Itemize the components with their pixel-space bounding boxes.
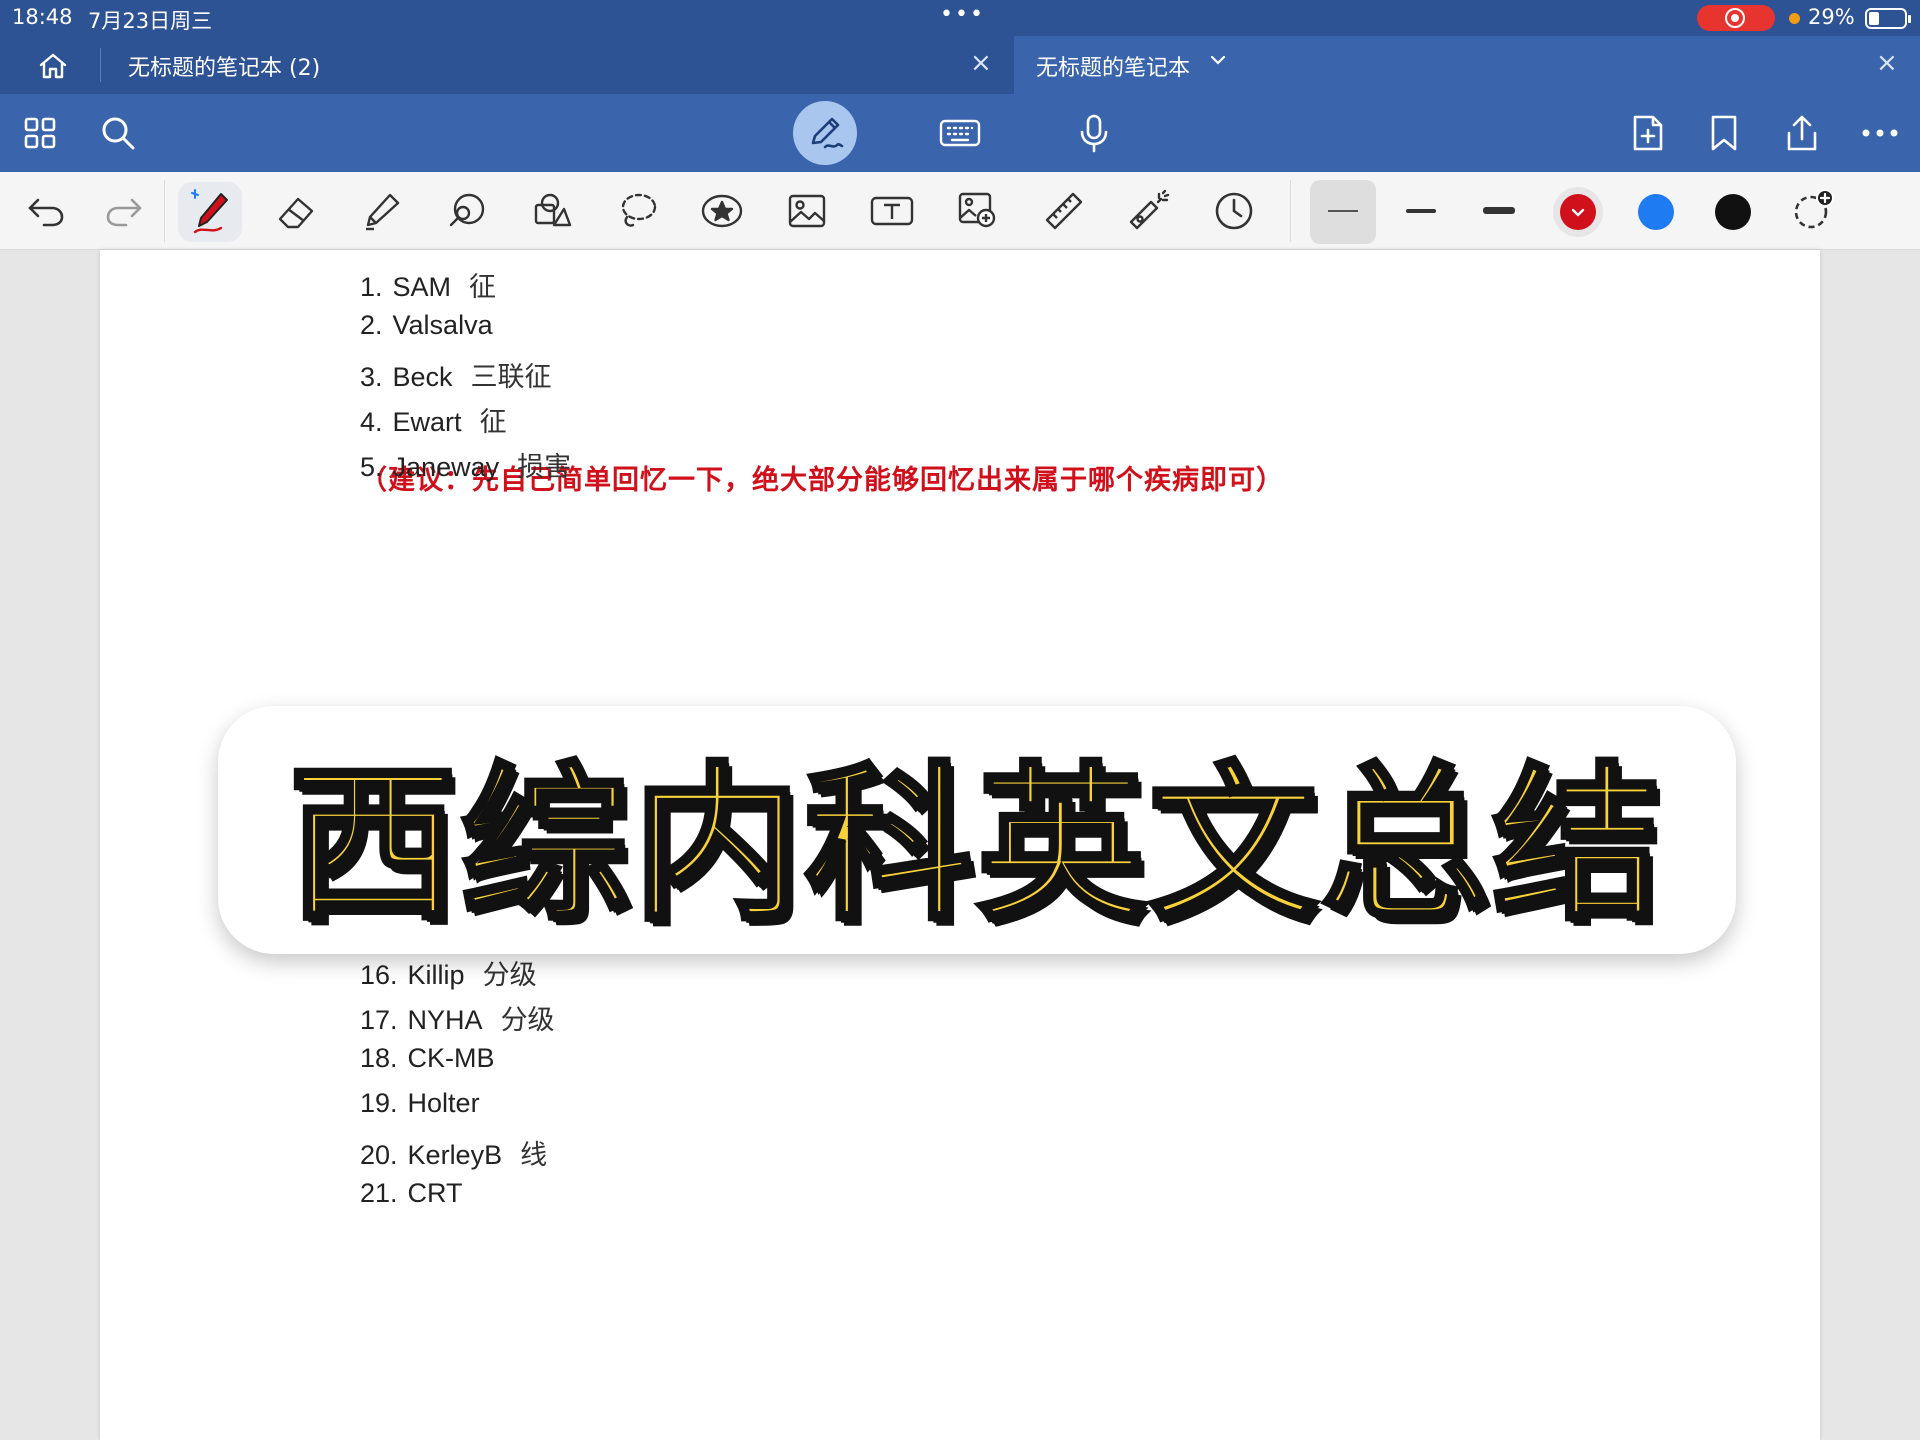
list-item-number: 1.	[360, 272, 383, 302]
list-item: 20. KerleyB 线	[360, 1133, 547, 1172]
list-item: 21. CRT	[360, 1178, 463, 1209]
title-banner: 西综内科英文总结	[218, 706, 1736, 954]
list-item-term: CK-MB	[407, 1043, 495, 1073]
list-item-suffix: 三联征	[470, 362, 552, 393]
list-item-term: SAM	[392, 272, 452, 302]
close-tab-icon[interactable]: ×	[1876, 48, 1898, 78]
battery-percent: 29%	[1808, 5, 1855, 29]
list-item: 18. CK-MB	[360, 1043, 495, 1074]
search-icon[interactable]	[94, 110, 142, 156]
tab-bar: 无标题的笔记本 (2) × 无标题的笔记本 ×	[0, 36, 1920, 94]
keyboard-icon[interactable]	[936, 110, 984, 156]
list-item: 4. Ewart 征	[360, 400, 507, 439]
add-page-icon[interactable]	[1624, 110, 1672, 156]
list-item-number: 17.	[360, 1005, 398, 1035]
list-item-term: Ewart	[392, 407, 462, 437]
stroke-medium-button[interactable]	[1406, 209, 1436, 213]
chevron-down-icon[interactable]	[1210, 50, 1226, 71]
list-item-number: 3.	[360, 362, 383, 392]
color-black-swatch[interactable]	[1715, 194, 1751, 230]
mic-in-use-indicator	[1789, 13, 1800, 24]
bookmark-icon[interactable]	[1700, 110, 1748, 156]
lasso-icon[interactable]	[611, 186, 663, 236]
record-icon	[1725, 8, 1745, 28]
list-item-number: 18.	[360, 1043, 398, 1073]
list-item-number: 2.	[360, 310, 383, 340]
list-item-term: Janeway	[392, 452, 500, 482]
tab-label: 无标题的笔记本	[1036, 56, 1191, 81]
eraser-icon[interactable]	[270, 186, 322, 236]
screen-recording-indicator[interactable]	[1697, 5, 1775, 31]
list-item: 17. NYHA 分级	[360, 998, 555, 1037]
undo-icon[interactable]	[20, 186, 72, 236]
laser-pointer-icon[interactable]	[1122, 186, 1174, 236]
list-item-term: Beck	[392, 362, 453, 392]
list-item: 19. Holter	[360, 1088, 480, 1119]
list-item-term: Holter	[407, 1088, 480, 1118]
elements-icon[interactable]	[526, 186, 578, 236]
list-item: 1. SAM 征	[360, 265, 496, 304]
redo-icon[interactable]	[98, 186, 150, 236]
list-item: 3. Beck 三联征	[360, 355, 552, 394]
status-time: 18:48	[12, 5, 73, 29]
pen-mode-icon[interactable]	[793, 101, 857, 165]
add-color-icon[interactable]	[1788, 186, 1840, 236]
list-item-term: KerleyB	[407, 1140, 503, 1170]
pen-icon[interactable]	[184, 186, 236, 236]
tab-label: 无标题的笔记本 (2)	[128, 56, 321, 81]
list-item-term: Killip	[407, 960, 465, 990]
battery-icon	[1865, 8, 1911, 29]
stroke-thin-selected[interactable]	[1310, 180, 1376, 244]
clock-icon[interactable]	[1208, 186, 1260, 236]
list-item-number: 16.	[360, 960, 398, 990]
list-item-suffix: 损害	[517, 452, 572, 483]
status-date: 7月23日周三	[88, 9, 213, 33]
home-icon	[39, 53, 67, 79]
more-icon[interactable]	[1856, 110, 1904, 156]
close-tab-icon[interactable]: ×	[970, 48, 992, 78]
main-toolbar	[0, 94, 1920, 172]
list-item-number: 19.	[360, 1088, 398, 1118]
list-item-suffix: 分级	[500, 1005, 555, 1036]
banner-title: 西综内科英文总结	[287, 744, 1665, 945]
status-bar: 18:48 7月23日周三 ••• 29%	[0, 0, 1920, 36]
list-item-suffix: 线	[520, 1140, 548, 1171]
stroke-thick-button[interactable]	[1483, 207, 1515, 214]
image-icon[interactable]	[781, 186, 833, 236]
microphone-icon[interactable]	[1070, 110, 1118, 156]
ruler-icon[interactable]	[1038, 186, 1090, 236]
list-item-number: 5.	[360, 452, 383, 482]
textbox-icon[interactable]	[866, 186, 918, 236]
tab-notebook-active[interactable]: 无标题的笔记本 ×	[1014, 36, 1920, 94]
list-item: 2. Valsalva	[360, 310, 493, 341]
list-item-term: NYHA	[407, 1005, 483, 1035]
list-item-number: 21.	[360, 1178, 398, 1208]
color-blue-swatch[interactable]	[1638, 194, 1674, 230]
list-item: 16. Killip 分级	[360, 953, 537, 992]
share-icon[interactable]	[1778, 110, 1826, 156]
list-item-number: 4.	[360, 407, 383, 437]
stroke-thin-icon	[1328, 210, 1358, 212]
shape-icon[interactable]	[441, 186, 493, 236]
list-item-term: CRT	[407, 1178, 463, 1208]
sticker-icon[interactable]	[696, 186, 748, 236]
grid-icon[interactable]	[16, 110, 64, 156]
list-item-suffix: 征	[469, 272, 497, 303]
tab-notebook-2[interactable]: 无标题的笔记本 (2) ×	[100, 36, 1012, 94]
multitask-dots[interactable]: •••	[940, 2, 985, 27]
list-item-suffix: 征	[479, 407, 507, 438]
list-item-number: 20.	[360, 1140, 398, 1170]
camera-image-icon[interactable]	[952, 186, 1004, 236]
tools-bar	[0, 172, 1920, 250]
list-item-suffix: 分级	[482, 960, 537, 991]
list-item-term: Valsalva	[392, 310, 493, 340]
home-button[interactable]	[30, 48, 76, 84]
color-red-swatch[interactable]	[1560, 194, 1596, 230]
list-item: 5. Janeway 损害	[360, 445, 571, 484]
highlighter-icon[interactable]	[356, 186, 408, 236]
